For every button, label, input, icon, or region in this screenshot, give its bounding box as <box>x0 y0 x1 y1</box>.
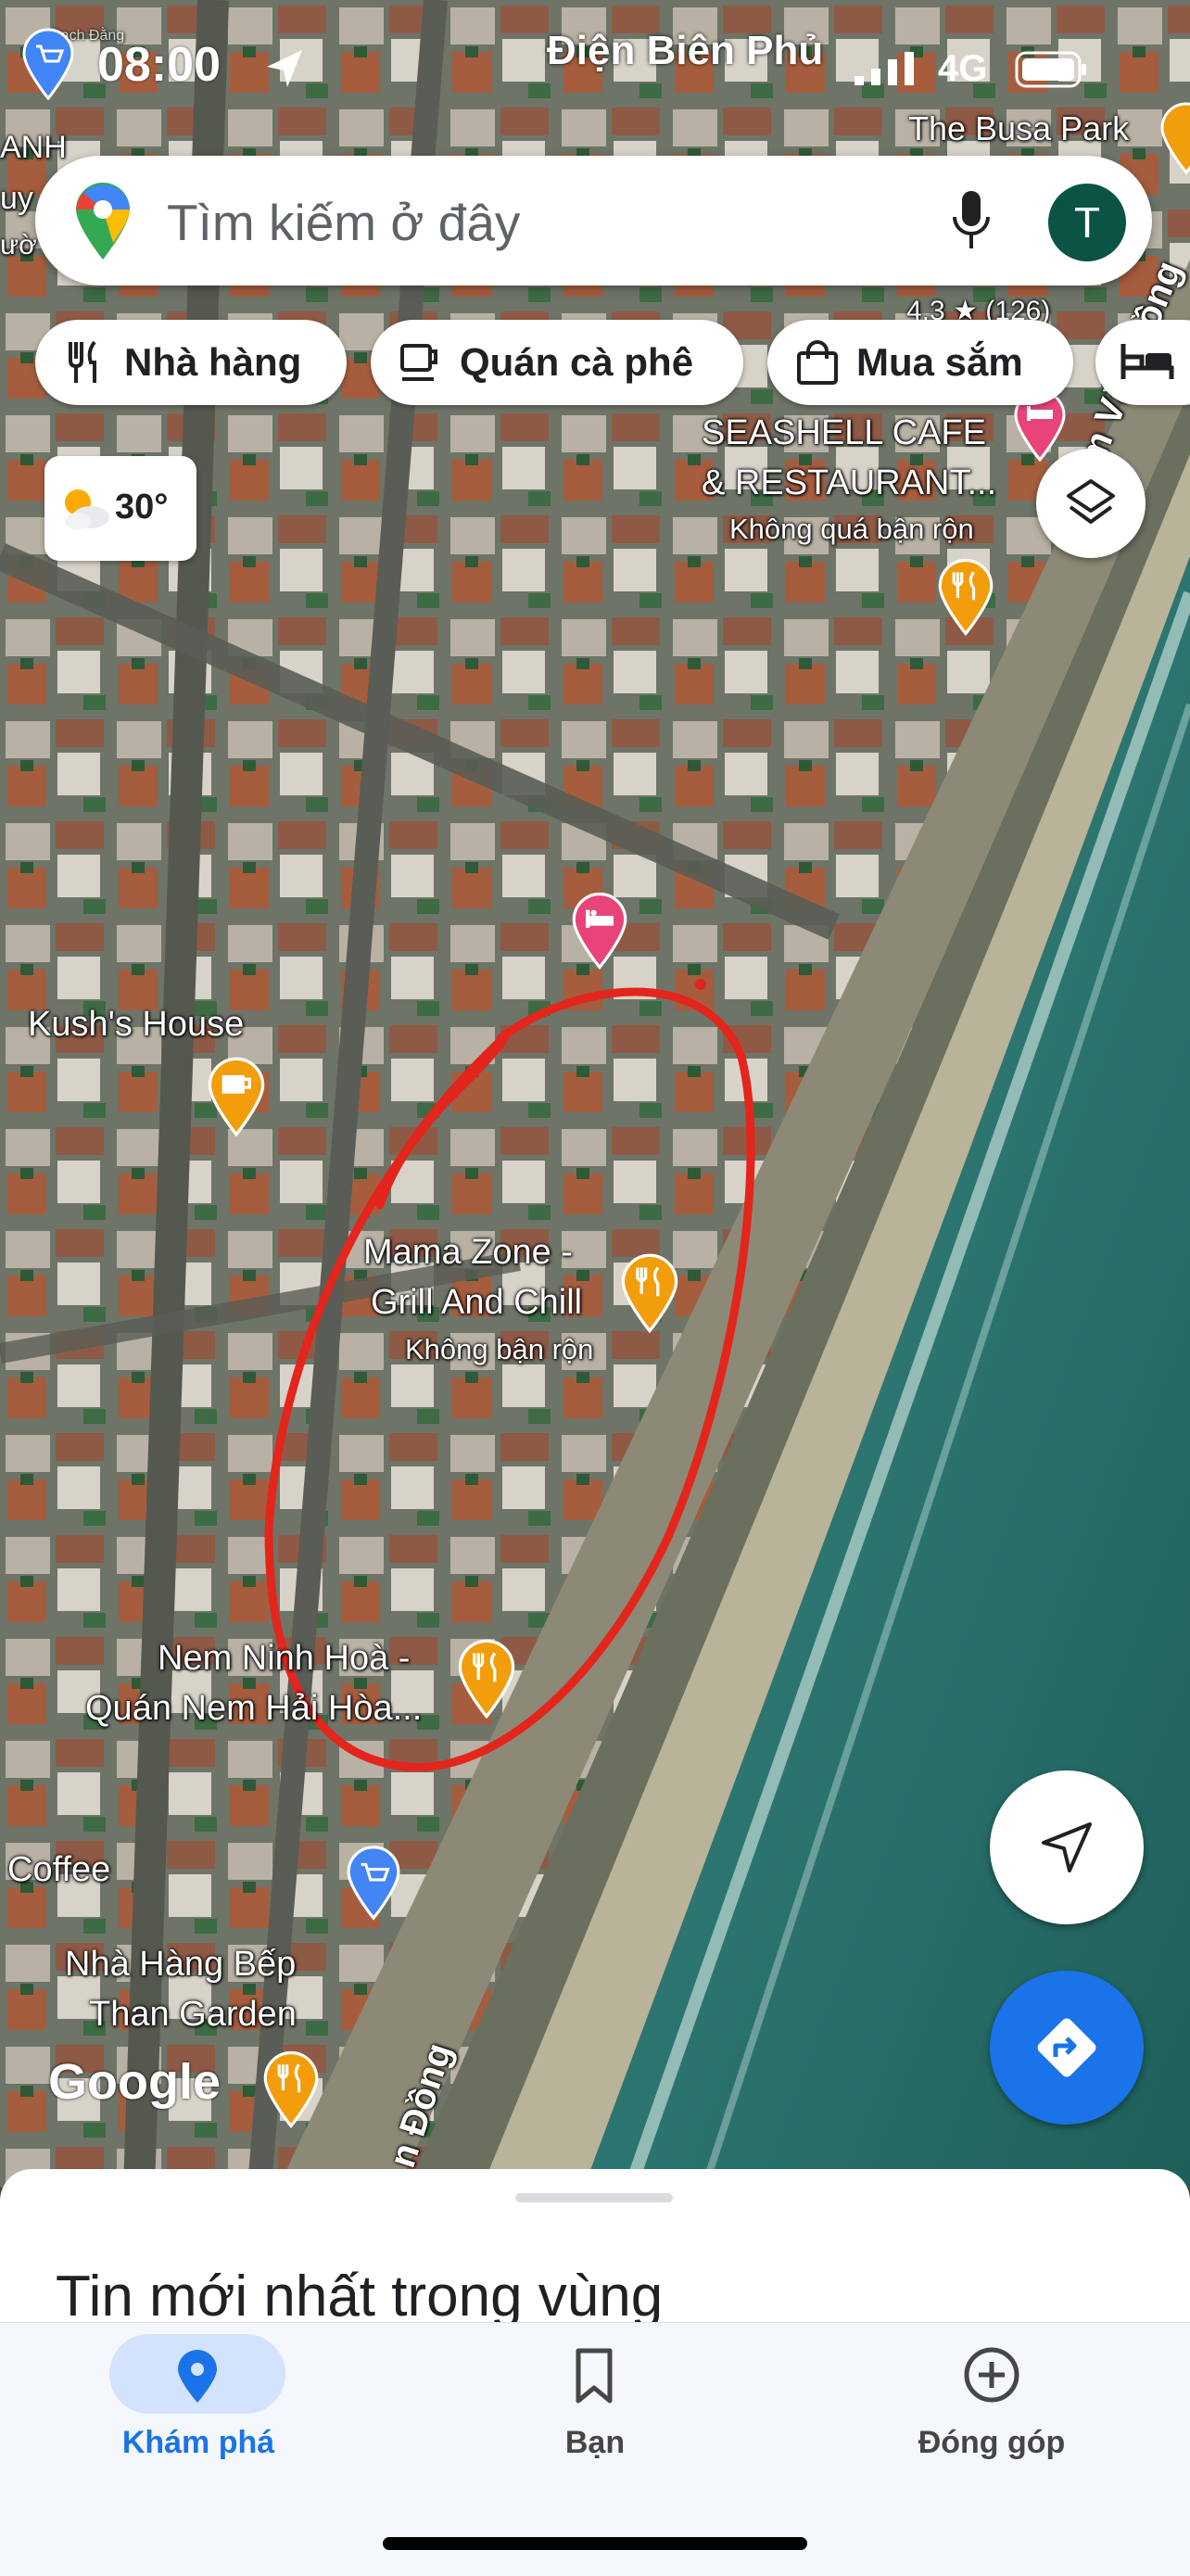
map-label: ườ <box>0 230 37 260</box>
food-pin-icon[interactable] <box>619 1253 680 1333</box>
directions-icon <box>1037 2018 1096 2077</box>
food-pin-icon[interactable] <box>936 558 995 636</box>
busyness-label: Không quá bận rộn <box>729 513 974 545</box>
cafe-pin-icon[interactable] <box>206 1057 267 1136</box>
nav-label: Đóng góp <box>918 2425 1066 2460</box>
busyness-label: Không bận rộn <box>405 1333 594 1365</box>
weather-widget[interactable]: 30° <box>44 456 196 561</box>
place-label-seashell[interactable]: SEASHELL CAFE <box>702 413 986 453</box>
network-type: 4G <box>938 48 988 89</box>
google-maps-logo-icon <box>76 183 130 260</box>
location-pin-icon <box>178 2350 217 2403</box>
status-street: Điện Biên Phủ <box>547 28 824 73</box>
place-label-bep-than-2[interactable]: Than Garden <box>89 1995 297 2035</box>
add-circle-icon <box>964 2347 1019 2403</box>
hotel-pin-icon[interactable] <box>570 892 629 970</box>
bookmark-icon <box>576 2348 613 2404</box>
account-avatar[interactable]: T <box>1048 184 1126 261</box>
nav-explore[interactable]: Khám phá <box>0 2323 397 2508</box>
food-pin-icon[interactable] <box>456 1639 517 1719</box>
search-bar[interactable]: Tìm kiếm ở đây T <box>35 156 1152 286</box>
shopping-pin-icon[interactable] <box>345 1845 402 1921</box>
food-pin-icon[interactable] <box>261 2050 321 2128</box>
place-label-seashell-2[interactable]: & RESTAURANT... <box>702 463 996 503</box>
chip-hotels[interactable] <box>1095 320 1190 405</box>
nav-label: Bạn <box>564 2425 626 2460</box>
signal-icon <box>855 52 914 85</box>
layers-button[interactable] <box>1036 449 1146 558</box>
place-label-nem[interactable]: Nem Ninh Hoà - <box>158 1639 410 1679</box>
chip-label: Quán cà phê <box>460 340 694 384</box>
shopping-bag-icon <box>797 340 838 385</box>
chip-label: Mua sắm <box>856 340 1023 384</box>
search-input[interactable]: Tìm kiếm ở đây <box>167 193 520 252</box>
coffee-cup-icon <box>400 344 437 381</box>
fork-knife-icon <box>69 340 96 383</box>
chip-shopping[interactable]: Mua sắm <box>767 320 1073 405</box>
google-logo: Google <box>48 2054 221 2110</box>
directions-button[interactable] <box>990 1971 1144 2125</box>
place-label-coffee[interactable]: Coffee <box>7 1850 110 1890</box>
weather-temp: 30° <box>115 488 169 527</box>
status-time: 08:00 <box>97 38 221 92</box>
status-bar: 08:00 Điện Biên Phủ 4G <box>0 0 1190 139</box>
battery-icon <box>1015 51 1086 88</box>
home-indicator[interactable] <box>383 2537 807 2550</box>
place-label-kush[interactable]: Kush's House <box>28 1005 244 1045</box>
my-location-button[interactable] <box>990 1770 1144 1924</box>
nav-saved[interactable]: Bạn <box>397 2323 793 2508</box>
sheet-title: Tin mới nhất trong vùng <box>56 2265 664 2329</box>
place-label-nem-2[interactable]: Quán Nem Hải Hòa... <box>85 1689 422 1729</box>
sheet-handle[interactable] <box>515 2193 673 2202</box>
nav-contribute[interactable]: Đóng góp <box>793 2323 1190 2508</box>
place-label-mama-zone[interactable]: Mama Zone - <box>363 1233 573 1273</box>
navigation-arrow-icon <box>1042 1822 1092 1872</box>
map-label: uy <box>0 181 33 216</box>
chip-label: Nhà hàng <box>124 340 302 384</box>
location-arrow-icon <box>267 50 302 87</box>
chip-restaurants[interactable]: Nhà hàng <box>35 320 347 405</box>
chip-cafes[interactable]: Quán cà phê <box>371 320 743 405</box>
partly-cloudy-icon <box>65 489 109 529</box>
place-label-mama-zone-2[interactable]: Grill And Chill <box>371 1283 582 1323</box>
nav-label: Khám phá <box>121 2425 275 2460</box>
bed-icon <box>1120 344 1174 379</box>
layers-icon <box>1067 479 1115 524</box>
microphone-icon[interactable] <box>951 189 992 252</box>
place-label-bep-than[interactable]: Nhà Hàng Bếp <box>65 1945 296 1985</box>
